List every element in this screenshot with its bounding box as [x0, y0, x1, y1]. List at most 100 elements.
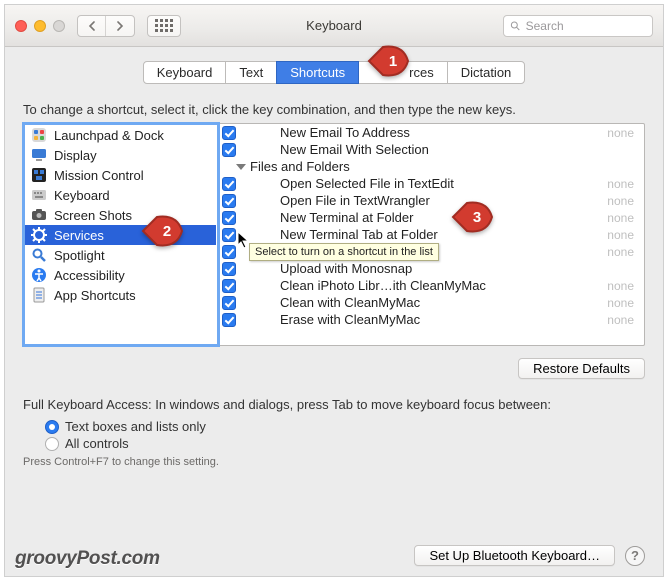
restore-defaults-button[interactable]: Restore Defaults: [518, 358, 645, 379]
watermark: groovyPost.com: [15, 548, 160, 570]
zoom-window-button[interactable]: [53, 20, 65, 32]
item-checkbox[interactable]: [222, 262, 236, 276]
nav-back-forward: [77, 15, 135, 37]
item-shortcut[interactable]: none: [607, 245, 638, 259]
mission-control-icon: [31, 167, 47, 183]
search-icon: [510, 20, 521, 32]
item-checkbox[interactable]: [222, 228, 236, 242]
item-shortcut[interactable]: none: [607, 279, 638, 293]
item-label: Open Selected File in TextEdit: [280, 176, 606, 191]
item-checkbox[interactable]: [222, 245, 236, 259]
close-window-button[interactable]: [15, 20, 27, 32]
category-label: Screen Shots: [54, 208, 132, 223]
launchpad-icon: [31, 127, 47, 143]
tab-keyboard[interactable]: Keyboard: [143, 61, 227, 84]
category-accessibility[interactable]: Accessibility: [25, 265, 216, 285]
category-screen-shots[interactable]: Screen Shots: [25, 205, 216, 225]
item-shortcut[interactable]: none: [607, 177, 638, 191]
item-label: Erase with CleanMyMac: [280, 312, 606, 327]
list-item[interactable]: New Terminal at Folder none: [218, 209, 644, 226]
list-item[interactable]: New Email To Address none: [218, 124, 644, 141]
minimize-window-button[interactable]: [34, 20, 46, 32]
list-item[interactable]: Clean iPhoto Libr…ith CleanMyMac none: [218, 277, 644, 294]
item-checkbox[interactable]: [222, 177, 236, 191]
search-field[interactable]: [503, 15, 653, 37]
group-label: Files and Folders: [250, 159, 350, 174]
category-display[interactable]: Display: [25, 145, 216, 165]
category-label: Keyboard: [54, 188, 110, 203]
item-checkbox[interactable]: [222, 126, 236, 140]
category-services[interactable]: Services: [25, 225, 216, 245]
forward-button[interactable]: [106, 16, 134, 36]
list-item[interactable]: Open Selected File in TextEdit none: [218, 175, 644, 192]
search-input[interactable]: [526, 19, 646, 33]
item-checkbox[interactable]: [222, 194, 236, 208]
item-shortcut[interactable]: none: [607, 313, 638, 327]
list-item[interactable]: New Email With Selection: [218, 141, 644, 158]
item-shortcut[interactable]: none: [607, 228, 638, 242]
spotlight-icon: [31, 247, 47, 263]
category-label: Spotlight: [54, 248, 105, 263]
category-label: App Shortcuts: [54, 288, 136, 303]
category-label: Services: [54, 228, 104, 243]
window-traffic-lights: [15, 20, 65, 32]
item-label: Clean with CleanMyMac: [280, 295, 606, 310]
category-spotlight[interactable]: Spotlight: [25, 245, 216, 265]
item-checkbox[interactable]: [222, 279, 236, 293]
radio-label: Text boxes and lists only: [65, 419, 206, 434]
fka-option-all[interactable]: All controls: [45, 435, 645, 452]
item-label: New Email With Selection: [280, 142, 638, 157]
show-all-prefs-button[interactable]: [147, 15, 181, 37]
list-item[interactable]: New Terminal Tab at Folder none: [218, 226, 644, 243]
item-label: New Email To Address: [280, 125, 606, 140]
category-list[interactable]: Launchpad & Dock Display Mission Control…: [24, 124, 218, 345]
back-button[interactable]: [78, 16, 106, 36]
help-button[interactable]: ?: [625, 546, 645, 566]
tab-dictation[interactable]: Dictation: [447, 61, 526, 84]
item-shortcut[interactable]: none: [607, 194, 638, 208]
list-item[interactable]: Erase with CleanMyMac none: [218, 311, 644, 328]
tab-shortcuts[interactable]: Shortcuts: [276, 61, 359, 84]
item-shortcut[interactable]: none: [607, 296, 638, 310]
fka-option-textboxes[interactable]: Text boxes and lists only: [45, 418, 645, 435]
app-shortcuts-icon: [31, 287, 47, 303]
category-keyboard[interactable]: Keyboard: [25, 185, 216, 205]
category-label: Launchpad & Dock: [54, 128, 164, 143]
group-header[interactable]: Files and Folders: [218, 158, 644, 175]
item-checkbox[interactable]: [222, 296, 236, 310]
fka-heading: Full Keyboard Access: In windows and dia…: [23, 397, 645, 412]
category-label: Display: [54, 148, 97, 163]
radio-all-controls[interactable]: [45, 437, 59, 451]
category-label: Mission Control: [54, 168, 144, 183]
item-label: Upload with Monosnap: [280, 261, 638, 276]
display-icon: [31, 147, 47, 163]
fka-hint: Press Control+F7 to change this setting.: [23, 456, 645, 468]
item-checkbox[interactable]: [222, 211, 236, 225]
category-app-shortcuts[interactable]: App Shortcuts: [25, 285, 216, 305]
tab-text[interactable]: Text: [225, 61, 277, 84]
item-label: New Terminal at Folder: [280, 210, 606, 225]
item-shortcut[interactable]: none: [607, 211, 638, 225]
instruction-text: To change a shortcut, select it, click t…: [23, 102, 645, 117]
tab-bar: Keyboard Text Shortcuts rces Dictation: [23, 61, 645, 84]
list-item[interactable]: Upload with Monosnap: [218, 260, 644, 277]
shortcut-list[interactable]: New Email To Address none New Email With…: [218, 124, 644, 345]
tab-input-sources[interactable]: rces: [358, 61, 448, 84]
radio-label: All controls: [65, 436, 129, 451]
screenshot-icon: [31, 207, 47, 223]
item-shortcut[interactable]: none: [607, 126, 638, 140]
list-item[interactable]: Open File in TextWrangler none: [218, 192, 644, 209]
item-checkbox[interactable]: [222, 313, 236, 327]
item-label: Clean iPhoto Libr…ith CleanMyMac: [280, 278, 606, 293]
accessibility-icon: [31, 267, 47, 283]
category-mission-control[interactable]: Mission Control: [25, 165, 216, 185]
keyboard-icon: [31, 187, 47, 203]
category-label: Accessibility: [54, 268, 125, 283]
radio-textboxes[interactable]: [45, 420, 59, 434]
category-launchpad[interactable]: Launchpad & Dock: [25, 125, 216, 145]
services-icon: [31, 227, 47, 243]
item-checkbox[interactable]: [222, 143, 236, 157]
bluetooth-keyboard-button[interactable]: Set Up Bluetooth Keyboard…: [414, 545, 615, 566]
disclosure-triangle-icon[interactable]: [236, 164, 246, 170]
list-item[interactable]: Clean with CleanMyMac none: [218, 294, 644, 311]
